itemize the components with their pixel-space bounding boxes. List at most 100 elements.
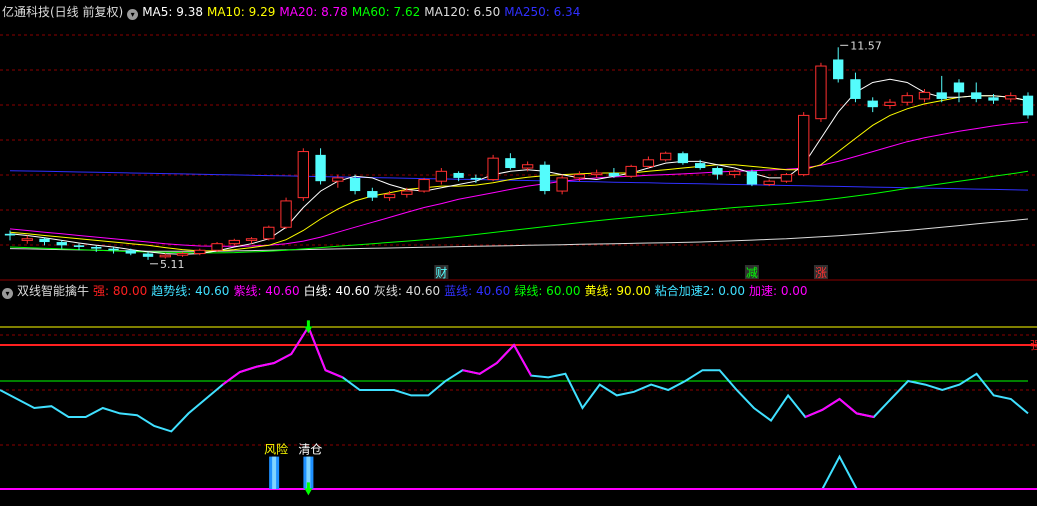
- candle-body-down: [988, 97, 999, 101]
- candlestick-series: [4, 47, 1034, 260]
- candle-body-up: [521, 164, 534, 169]
- candle-body-down: [56, 242, 67, 246]
- price-annotation: 5.11: [160, 258, 185, 271]
- candle-body-up: [918, 91, 931, 100]
- purple-segment: [462, 343, 532, 377]
- candle-body-down: [505, 158, 516, 169]
- grid-lines: [0, 34, 1037, 446]
- chevron-down-icon[interactable]: ▾: [2, 288, 13, 299]
- indicator-legend-item-5: 蓝线: 40.60: [444, 284, 511, 298]
- strong-axis-label: 强: [1030, 339, 1037, 352]
- ma20-line: [9, 121, 1029, 247]
- candle-body-down: [539, 164, 551, 192]
- ma60-line: [9, 170, 1029, 254]
- candle-body-down: [677, 153, 689, 164]
- signal-label: 清仓: [298, 443, 322, 457]
- candle-body-down: [971, 92, 982, 99]
- candle-body-up: [901, 95, 913, 103]
- candle-body-down: [108, 248, 119, 251]
- candle-body-up: [487, 157, 499, 181]
- indicator-legend-item-0: 强: 80.00: [93, 284, 148, 298]
- candle-body-down: [712, 168, 723, 175]
- candle-body-down: [125, 250, 136, 254]
- candle-body-up: [176, 253, 189, 256]
- indicator-legend-item-7: 黄线: 90.00: [584, 284, 651, 298]
- candle-body-up: [659, 152, 672, 161]
- main-title: 亿通科技(日线 前复权): [2, 5, 124, 19]
- candle-body-up: [245, 238, 258, 241]
- chart-canvas: 11.57 5.11 财 减 涨 风险 清仓 强: [0, 34, 1037, 496]
- candle-body-down: [867, 100, 878, 108]
- indicator-legend-item-1: 趋势线: 40.60: [151, 284, 230, 298]
- price-annotation: 11.57: [850, 39, 882, 52]
- indicator-legend-item-4: 灰线: 40.60: [373, 284, 441, 298]
- candle-body-up: [418, 179, 430, 192]
- purple-segment: [222, 326, 310, 386]
- candle-body-down: [315, 154, 326, 182]
- accel-bar-highlight: [272, 456, 277, 489]
- candle-body-up: [159, 254, 171, 258]
- candle-body-up: [332, 177, 344, 182]
- indicator-legend: ▾ 双线智能擒牛 强: 80.00 趋势线: 40.60 紫线: 40.60 白线: 40…: [2, 283, 816, 299]
- indicator-legend-item-9: 加速: 0.00: [748, 284, 808, 298]
- candle-body-down: [1022, 95, 1034, 116]
- candle-body-up: [815, 65, 827, 120]
- candle-body-up: [573, 174, 586, 179]
- candle-body-up: [401, 190, 413, 195]
- candle-body-down: [608, 172, 620, 177]
- indicator-lines: [0, 324, 1037, 490]
- candle-body-up: [263, 226, 275, 240]
- candle-body-up: [556, 177, 568, 192]
- indicator-legend-item-2: 紫线: 40.60: [233, 284, 300, 298]
- event-marker: 财: [435, 266, 447, 280]
- event-marker: 减: [746, 266, 758, 280]
- indicator-legend-item-6: 绿线: 60.00: [514, 284, 581, 298]
- candle-body-down: [367, 191, 378, 198]
- candle-body-up: [625, 165, 637, 177]
- candle-body-up: [642, 159, 655, 167]
- indicator-legend-item-8: 粘合加速2: 0.00: [654, 284, 745, 298]
- candle-body-up: [435, 170, 448, 182]
- candle-body-down: [4, 233, 16, 236]
- candle-body-up: [194, 249, 206, 255]
- ma-legend-item-1: MA10: 9.29: [206, 5, 276, 19]
- ma-legend-item-3: MA60: 7.62: [351, 5, 421, 19]
- candle-body-up: [383, 193, 396, 199]
- candle-body-up: [1005, 95, 1017, 100]
- candle-body-down: [470, 177, 482, 180]
- ma-legend-item-5: MA250: 6.34: [504, 5, 581, 19]
- candle-body-down: [73, 245, 85, 247]
- candle-body-up: [21, 238, 33, 241]
- chevron-down-icon[interactable]: ▾: [127, 9, 139, 20]
- ma-legend-item-4: MA120: 6.50: [424, 5, 501, 19]
- candle-body-down: [746, 171, 758, 185]
- candle-body-down: [39, 238, 50, 243]
- candle-body-up: [280, 200, 292, 228]
- candle-body-up: [211, 243, 223, 251]
- candle-body-up: [763, 180, 775, 185]
- candle-body-up: [228, 239, 240, 245]
- ma120-line: [9, 218, 1029, 252]
- candle-body-up: [297, 151, 309, 199]
- candle-body-down: [453, 172, 464, 178]
- candle-body-down: [833, 59, 844, 80]
- candle-body-up: [780, 174, 793, 182]
- indicator-title: 双线智能擒牛: [17, 284, 90, 298]
- signal-label: 风险: [264, 442, 288, 457]
- candle-body-down: [142, 253, 154, 257]
- indicator-legend-item-3: 白线: 40.60: [303, 284, 370, 298]
- candle-body-up: [884, 101, 896, 107]
- candle-body-down: [850, 79, 861, 99]
- ma-legend-item-2: MA20: 8.78: [279, 5, 348, 19]
- indicator-annotations: 风险 清仓 强: [264, 320, 1037, 496]
- main-annotations: 11.57 5.11 财 减 涨: [150, 39, 882, 280]
- accel-line: [0, 454, 1028, 490]
- ma-legend-item-0: MA5: 9.38: [142, 5, 203, 19]
- candle-body-up: [590, 172, 603, 176]
- candle-body-down: [91, 246, 102, 249]
- event-marker: 涨: [815, 265, 827, 280]
- candle-body-down: [953, 82, 965, 93]
- candle-body-down: [936, 92, 947, 99]
- candle-body-down: [349, 177, 361, 192]
- trend-line: [0, 324, 1029, 433]
